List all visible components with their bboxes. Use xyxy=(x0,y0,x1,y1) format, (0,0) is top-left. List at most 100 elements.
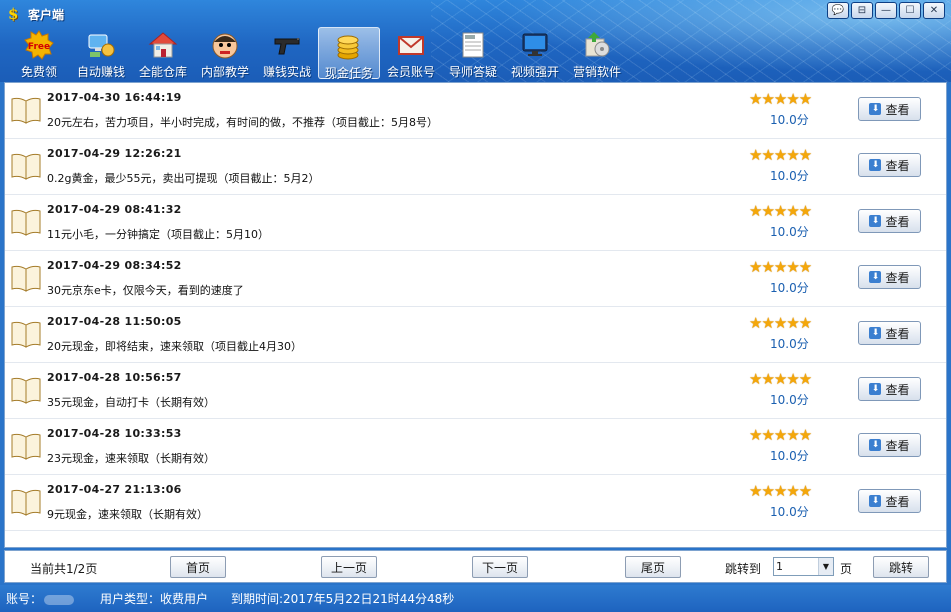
close-button[interactable]: ✕ xyxy=(923,2,945,19)
download-arrow-icon: ⬇ xyxy=(869,327,882,339)
rating-stars: ★★★★★ xyxy=(749,202,812,220)
page-info: 当前共1/2页 xyxy=(30,562,98,576)
task-row: 2017-04-29 12:26:21 0.2g黄金，最少55元，卖出可提现（项目… xyxy=(5,139,946,195)
jump-page-select[interactable]: 1 ▼ xyxy=(773,557,834,576)
tool-warehouse[interactable]: 全能仓库 xyxy=(132,27,194,79)
open-book-icon xyxy=(11,153,41,180)
jump-page-value: 1 xyxy=(776,560,783,573)
prev-page-button[interactable]: 上一页 xyxy=(321,556,377,578)
task-description: 11元小毛，一分钟搞定（项目截止：5月10） xyxy=(47,228,269,241)
task-date: 2017-04-28 11:50:05 xyxy=(47,315,182,328)
open-book-icon xyxy=(11,209,41,236)
task-score: 10.0分 xyxy=(770,449,809,463)
face-icon xyxy=(210,30,240,60)
task-date: 2017-04-29 08:34:52 xyxy=(47,259,182,272)
tool-label: 内部教学 xyxy=(200,65,249,79)
view-button[interactable]: ⬇ 查看 xyxy=(858,489,921,513)
tool-tutor-qa[interactable]: 导师答疑 xyxy=(442,27,504,79)
skin-icon[interactable]: ⊟ xyxy=(851,2,873,19)
envelope-icon xyxy=(396,30,426,60)
tool-label: 免费领 xyxy=(20,65,57,79)
main-toolbar: Free 免费领 自动赚钱 全能仓库 内部教学 赚钱实战 现金任务 会员账号 导… xyxy=(8,27,628,81)
tool-member-account[interactable]: 会员账号 xyxy=(380,27,442,79)
view-button-label: 查看 xyxy=(885,270,910,285)
task-list: 2017-04-30 16:44:19 20元左右，苦力项目，半小时完成，有时间的… xyxy=(4,82,947,548)
task-description: 20元左右，苦力项目，半小时完成，有时间的做，不推荐（项目截止：5月8号） xyxy=(47,116,438,129)
rating-stars: ★★★★★ xyxy=(749,426,812,444)
tool-cash-task[interactable]: 现金任务 xyxy=(318,27,380,80)
tool-practice[interactable]: 赚钱实战 xyxy=(256,27,318,79)
maximize-button[interactable]: ☐ xyxy=(899,2,921,19)
view-button[interactable]: ⬇ 查看 xyxy=(858,433,921,457)
computer-money-icon xyxy=(86,30,116,60)
chat-icon[interactable]: 💬 xyxy=(827,2,849,19)
view-button[interactable]: ⬇ 查看 xyxy=(858,97,921,121)
task-date: 2017-04-28 10:33:53 xyxy=(47,427,182,440)
task-score: 10.0分 xyxy=(770,393,809,407)
last-page-button[interactable]: 尾页 xyxy=(625,556,681,578)
minimize-button[interactable]: — xyxy=(875,2,897,19)
view-button[interactable]: ⬇ 查看 xyxy=(858,153,921,177)
view-button[interactable]: ⬇ 查看 xyxy=(858,321,921,345)
view-button-label: 查看 xyxy=(885,382,910,397)
tool-free[interactable]: Free 免费领 xyxy=(8,27,70,79)
software-box-icon xyxy=(582,30,612,60)
task-description: 20元现金，即将结束，速来领取（项目截止4月30） xyxy=(47,340,302,353)
task-row: 2017-04-27 21:13:06 9元现金，速来领取（长期有效） ★★★★★ 1… xyxy=(5,475,946,531)
open-book-icon xyxy=(11,265,41,292)
open-book-icon xyxy=(11,433,41,460)
view-button-label: 查看 xyxy=(885,102,910,117)
tool-label: 现金任务 xyxy=(324,66,373,80)
task-date: 2017-04-29 12:26:21 xyxy=(47,147,182,160)
tool-teaching[interactable]: 内部教学 xyxy=(194,27,256,79)
svg-text:Free: Free xyxy=(28,42,50,52)
rating-stars: ★★★★★ xyxy=(749,314,812,332)
page-unit-label: 页 xyxy=(840,562,853,576)
task-row: 2017-04-29 08:34:52 30元京东e卡，仅限今天，看到的速度了 ★★… xyxy=(5,251,946,307)
task-date: 2017-04-30 16:44:19 xyxy=(47,91,182,104)
task-score: 10.0分 xyxy=(770,169,809,183)
task-description: 30元京东e卡，仅限今天，看到的速度了 xyxy=(47,284,244,297)
title-toolbar-area: $ 客户端 💬 ⊟ — ☐ ✕ Free 免费领 自动赚钱 全能仓库 内部教学 … xyxy=(0,0,951,82)
view-button[interactable]: ⬇ 查看 xyxy=(858,265,921,289)
view-button[interactable]: ⬇ 查看 xyxy=(858,209,921,233)
task-description: 35元现金，自动打卡（长期有效） xyxy=(47,396,215,409)
expiry-time: 到期时间:2017年5月22日21时44分48秒 xyxy=(231,592,455,606)
next-page-button[interactable]: 下一页 xyxy=(472,556,528,578)
tool-label: 自动赚钱 xyxy=(76,65,125,79)
download-arrow-icon: ⬇ xyxy=(869,383,882,395)
task-score: 10.0分 xyxy=(770,505,809,519)
download-arrow-icon: ⬇ xyxy=(869,439,882,451)
house-icon xyxy=(148,30,178,60)
tool-label: 会员账号 xyxy=(386,65,435,79)
coins-icon xyxy=(334,31,364,61)
task-description: 0.2g黄金，最少55元，卖出可提现（项目截止：5月2） xyxy=(47,172,320,185)
view-button[interactable]: ⬇ 查看 xyxy=(858,377,921,401)
free-badge-icon: Free xyxy=(24,30,54,60)
account-info: 账号： xyxy=(6,590,75,607)
download-arrow-icon: ⬇ xyxy=(869,103,882,115)
account-label: 账号： xyxy=(6,592,43,606)
tool-marketing[interactable]: 营销软件 xyxy=(566,27,628,79)
tool-label: 全能仓库 xyxy=(138,65,187,79)
open-book-icon xyxy=(11,489,41,516)
window-title: 客户端 xyxy=(28,7,65,22)
open-book-icon xyxy=(11,321,41,348)
tool-auto-earn[interactable]: 自动赚钱 xyxy=(70,27,132,79)
task-row: 2017-04-30 16:44:19 20元左右，苦力项目，半小时完成，有时间的… xyxy=(5,83,946,139)
status-bar: 账号： 用户类型：收费用户 到期时间:2017年5月22日21时44分48秒 xyxy=(0,585,951,612)
gun-icon xyxy=(272,30,302,60)
tool-video[interactable]: 视频强开 xyxy=(504,27,566,79)
view-button-label: 查看 xyxy=(885,158,910,173)
chevron-down-icon[interactable]: ▼ xyxy=(818,558,833,575)
task-score: 10.0分 xyxy=(770,225,809,239)
task-date: 2017-04-29 08:41:32 xyxy=(47,203,182,216)
pagination-bar: 当前共1/2页 首页 上一页 下一页 尾页 跳转到 1 ▼ 页 跳转 xyxy=(4,550,947,583)
first-page-button[interactable]: 首页 xyxy=(170,556,226,578)
user-type: 用户类型：收费用户 xyxy=(100,592,209,606)
window-controls: 💬 ⊟ — ☐ ✕ xyxy=(827,2,945,19)
task-row: 2017-04-28 11:50:05 20元现金，即将结束，速来领取（项目截止4… xyxy=(5,307,946,363)
download-arrow-icon: ⬇ xyxy=(869,271,882,283)
task-description: 23元现金，速来领取（长期有效） xyxy=(47,452,215,465)
jump-button[interactable]: 跳转 xyxy=(873,556,929,578)
